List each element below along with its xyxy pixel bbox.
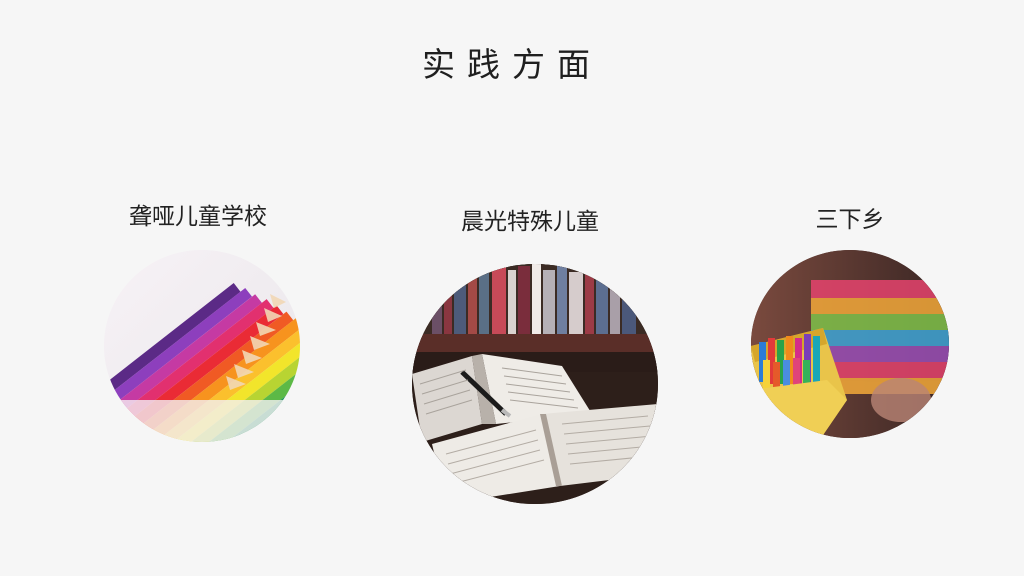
open-books-image (412, 264, 658, 504)
slide: 实践方面 聋哑儿童学校 晨光特殊儿童 三下乡 (0, 0, 1024, 576)
item-label-chenguang: 晨光特殊儿童 (461, 209, 599, 235)
open-books-illustration (412, 264, 658, 504)
crayons-child-image (751, 250, 949, 438)
item-label-school: 聋哑儿童学校 (129, 204, 267, 230)
crayons-child-illustration (751, 250, 949, 438)
colored-pencils-illustration (104, 250, 300, 442)
slide-title: 实践方面 (422, 45, 602, 84)
item-label-sanxiaxiang: 三下乡 (815, 207, 885, 233)
colored-pencils-image (104, 250, 300, 442)
